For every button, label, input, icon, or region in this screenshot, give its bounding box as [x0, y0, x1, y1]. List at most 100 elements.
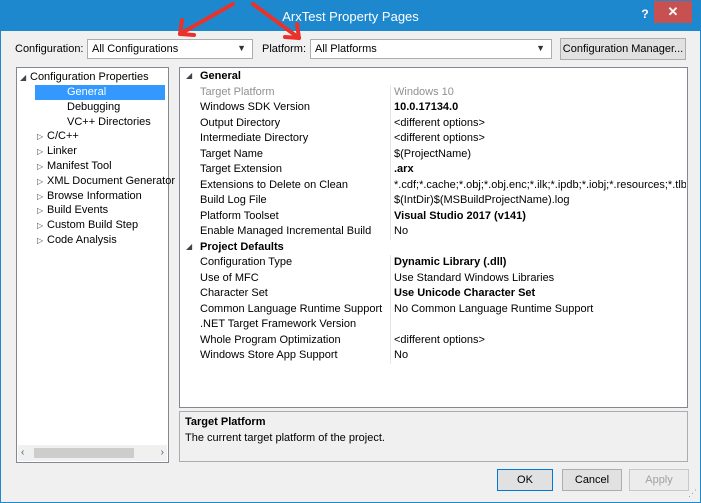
- collapsed-triangle-icon[interactable]: ▷: [37, 189, 47, 204]
- category-general[interactable]: ◢ General: [180, 69, 687, 85]
- property-row[interactable]: .NET Target Framework Version: [180, 317, 687, 333]
- configuration-manager-button[interactable]: Configuration Manager...: [560, 38, 686, 60]
- tree-item-linker[interactable]: ▷ Linker: [37, 144, 77, 159]
- column-divider: [390, 270, 391, 286]
- property-row[interactable]: Target Extension .arx: [180, 162, 687, 178]
- property-value[interactable]: $(IntDir)$(MSBuildProjectName).log: [394, 194, 686, 206]
- collapsed-triangle-icon[interactable]: ▷: [37, 174, 47, 189]
- property-value[interactable]: No Common Language Runtime Support: [394, 303, 686, 315]
- column-divider: [390, 162, 391, 178]
- category-project-defaults[interactable]: ◢ Project Defaults: [180, 240, 687, 256]
- property-row[interactable]: Output Directory <different options>: [180, 115, 687, 131]
- tree-item-xml-document-generator[interactable]: ▷ XML Document Generator: [37, 174, 175, 189]
- property-row[interactable]: Common Language Runtime Support No Common…: [180, 301, 687, 317]
- property-value[interactable]: $(ProjectName): [394, 148, 686, 160]
- property-row[interactable]: Windows SDK Version 10.0.17134.0: [180, 100, 687, 116]
- property-name: Target Name: [200, 147, 263, 160]
- property-value[interactable]: No: [394, 225, 686, 237]
- property-name: Whole Program Optimization: [200, 333, 341, 346]
- property-value[interactable]: Windows 10: [394, 86, 686, 98]
- column-divider: [390, 332, 391, 348]
- collapsed-triangle-icon[interactable]: ▷: [37, 233, 47, 248]
- tree-item-c-c-[interactable]: ▷ C/C++: [37, 129, 79, 144]
- platform-value: All Platforms: [315, 43, 377, 55]
- expanded-triangle-icon[interactable]: ◢: [186, 71, 192, 80]
- property-value[interactable]: 10.0.17134.0: [394, 101, 686, 113]
- property-name: Build Log File: [200, 194, 267, 206]
- column-divider: [390, 301, 391, 317]
- description-panel: Target Platform The current target platf…: [179, 411, 688, 462]
- platform-dropdown[interactable]: All Platforms ▼: [310, 39, 552, 59]
- description-text: The current target platform of the proje…: [185, 432, 385, 444]
- property-value[interactable]: Visual Studio 2017 (v141): [394, 210, 686, 222]
- property-row[interactable]: Whole Program Optimization <different opt…: [180, 332, 687, 348]
- row-gutter: [180, 301, 196, 317]
- property-name: Extensions to Delete on Clean: [200, 178, 348, 191]
- collapsed-triangle-icon[interactable]: ▷: [37, 203, 47, 218]
- property-value[interactable]: .arx: [394, 163, 686, 175]
- property-row[interactable]: Target Platform Windows 10: [180, 84, 687, 100]
- configuration-dropdown[interactable]: All Configurations ▼: [87, 39, 253, 59]
- collapsed-triangle-icon[interactable]: ▷: [37, 159, 47, 174]
- row-gutter: [180, 255, 196, 271]
- property-row[interactable]: Character Set Use Unicode Character Set: [180, 286, 687, 302]
- resize-grip-icon[interactable]: ⋰: [688, 488, 697, 499]
- property-row[interactable]: Extensions to Delete on Clean *.cdf;*.cac…: [180, 177, 687, 193]
- property-row[interactable]: Intermediate Directory <different options…: [180, 131, 687, 147]
- column-divider: [390, 84, 391, 100]
- property-value[interactable]: <different options>: [394, 132, 686, 144]
- scroll-thumb[interactable]: [34, 448, 134, 458]
- collapsed-triangle-icon[interactable]: ▷: [37, 129, 47, 144]
- property-value[interactable]: <different options>: [394, 117, 686, 129]
- scroll-left-icon[interactable]: ‹: [21, 447, 24, 458]
- column-divider: [390, 348, 391, 364]
- row-gutter: [180, 84, 196, 100]
- tree-item-browse-information[interactable]: ▷ Browse Information: [37, 189, 142, 204]
- property-row[interactable]: Use of MFC Use Standard Windows Libraries: [180, 270, 687, 286]
- tree-item-label: Manifest Tool: [47, 160, 112, 172]
- apply-button[interactable]: Apply: [629, 469, 689, 491]
- tree-item-code-analysis[interactable]: ▷ Code Analysis: [37, 233, 117, 248]
- property-name: Target Platform: [200, 85, 275, 98]
- tree-root[interactable]: ◢ Configuration Properties: [20, 70, 149, 85]
- tree-item-build-events[interactable]: ▷ Build Events: [37, 203, 108, 218]
- property-value[interactable]: No: [394, 349, 686, 361]
- property-value[interactable]: *.cdf;*.cache;*.obj;*.obj.enc;*.ilk;*.ip…: [394, 179, 686, 191]
- collapsed-triangle-icon[interactable]: ▷: [37, 218, 47, 233]
- property-value[interactable]: Use Unicode Character Set: [394, 287, 686, 299]
- ok-button[interactable]: OK: [497, 469, 553, 491]
- property-row[interactable]: Build Log File $(IntDir)$(MSBuildProjectN…: [180, 193, 687, 209]
- tree-item-vc-directories[interactable]: VC++ Directories: [37, 115, 151, 130]
- property-name: Target Extension: [200, 163, 282, 175]
- row-gutter: [180, 131, 196, 147]
- tree-item-debugging[interactable]: Debugging: [37, 100, 120, 115]
- tree-item-manifest-tool[interactable]: ▷ Manifest Tool: [37, 159, 112, 174]
- property-name: Common Language Runtime Support: [200, 302, 383, 315]
- help-icon[interactable]: ?: [638, 7, 652, 21]
- collapsed-triangle-icon[interactable]: ▷: [37, 144, 47, 159]
- property-name: .NET Target Framework Version: [200, 318, 357, 330]
- category-label: General: [200, 70, 241, 82]
- tree-item-general[interactable]: General: [35, 85, 165, 100]
- property-row[interactable]: Configuration Type Dynamic Library (.dll): [180, 255, 687, 271]
- cancel-button[interactable]: Cancel: [562, 469, 622, 491]
- window-title: ArxTest Property Pages: [282, 9, 419, 24]
- row-gutter: [180, 115, 196, 131]
- expanded-triangle-icon[interactable]: ◢: [186, 242, 192, 251]
- column-divider: [390, 317, 391, 333]
- column-divider: [390, 193, 391, 209]
- property-name: Windows Store App Support: [200, 349, 338, 361]
- property-value[interactable]: <different options>: [394, 334, 686, 346]
- property-value[interactable]: Use Standard Windows Libraries: [394, 272, 686, 284]
- tree-item-custom-build-step[interactable]: ▷ Custom Build Step: [37, 218, 138, 233]
- tree-root-label: Configuration Properties: [30, 71, 149, 83]
- property-row[interactable]: Windows Store App Support No: [180, 348, 687, 364]
- property-row[interactable]: Enable Managed Incremental Build No: [180, 224, 687, 240]
- property-row[interactable]: Target Name $(ProjectName): [180, 146, 687, 162]
- horizontal-scrollbar[interactable]: ‹ ›: [18, 445, 167, 461]
- property-row[interactable]: Platform Toolset Visual Studio 2017 (v141…: [180, 208, 687, 224]
- scroll-right-icon[interactable]: ›: [161, 447, 164, 458]
- close-button[interactable]: ✕: [654, 1, 692, 23]
- tree-item-label: C/C++: [47, 130, 79, 143]
- property-value[interactable]: Dynamic Library (.dll): [394, 256, 686, 268]
